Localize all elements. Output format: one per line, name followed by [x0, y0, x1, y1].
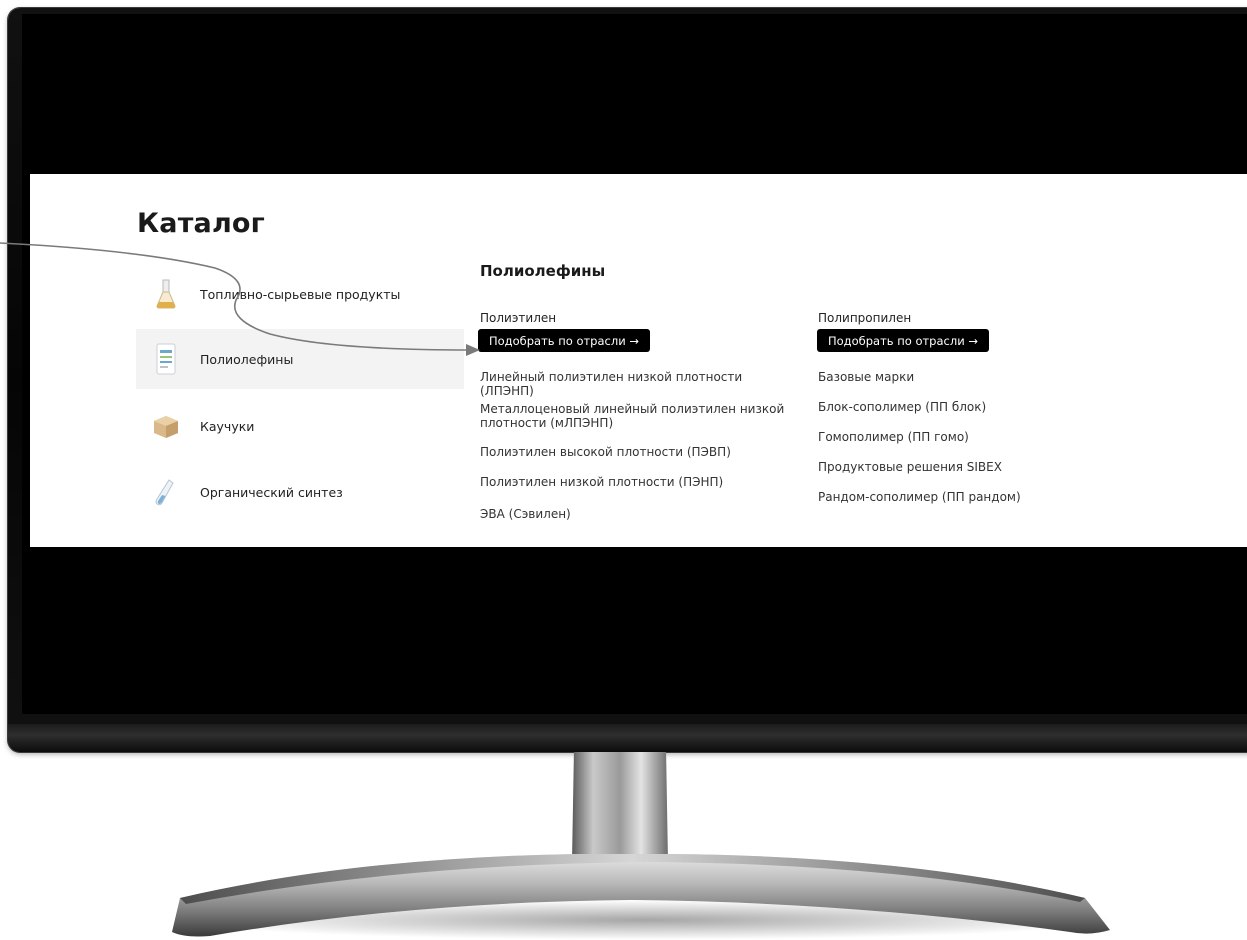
link-sibex-solutions[interactable]: Продуктовые решения SIBEX — [818, 460, 1118, 474]
link-pp-homo[interactable]: Гомополимер (ПП гомо) — [818, 430, 1118, 444]
monitor-chin — [8, 724, 1247, 752]
link-hdpe[interactable]: Полиэтилен высокой плотности (ПЭВП) — [480, 445, 790, 459]
link-pp-random[interactable]: Рандом-сополимер (ПП рандом) — [818, 490, 1118, 504]
link-base-grades[interactable]: Базовые марки — [818, 370, 1118, 384]
polypropylene-heading: Полипропилен — [818, 311, 912, 325]
polypropylene-industry-filter-button[interactable]: Подобрать по отрасли → — [817, 329, 989, 352]
polyethylene-industry-filter-button[interactable]: Подобрать по отрасли → — [478, 329, 650, 352]
link-mlldpe[interactable]: Металлоценовый линейный полиэтилен низко… — [480, 402, 790, 430]
page-title: Каталог — [137, 208, 265, 239]
link-eva[interactable]: ЭВА (Сэвилен) — [480, 507, 790, 521]
link-pp-block[interactable]: Блок-сополимер (ПП блок) — [818, 400, 1118, 414]
section-title: Полиолефины — [480, 262, 606, 280]
category-item-polyolefins[interactable]: Полиолефины — [136, 329, 464, 389]
granule-package-icon — [148, 341, 184, 377]
catalog-panel: Каталог Топливно-сырьевые продукты Полио… — [30, 174, 1247, 547]
polyethylene-heading: Полиэтилен — [480, 311, 557, 325]
monitor-stand-base — [172, 854, 1110, 937]
category-label: Полиолефины — [200, 351, 294, 367]
category-item-organic-synthesis[interactable]: Органический синтез — [136, 462, 464, 522]
category-label: Органический синтез — [200, 484, 343, 500]
category-item-fuel[interactable]: Топливно-сырьевые продукты — [136, 264, 464, 324]
link-lldpe[interactable]: Линейный полиэтилен низкой плотности (ЛП… — [480, 370, 790, 398]
category-label: Каучуки — [200, 418, 255, 434]
category-item-rubbers[interactable]: Каучуки — [136, 396, 464, 456]
link-ldpe[interactable]: Полиэтилен низкой плотности (ПЭНП) — [480, 475, 790, 489]
flask-icon — [148, 276, 184, 312]
category-label: Топливно-сырьевые продукты — [200, 286, 401, 302]
test-tube-icon — [148, 474, 184, 510]
rubber-block-icon — [148, 408, 184, 444]
